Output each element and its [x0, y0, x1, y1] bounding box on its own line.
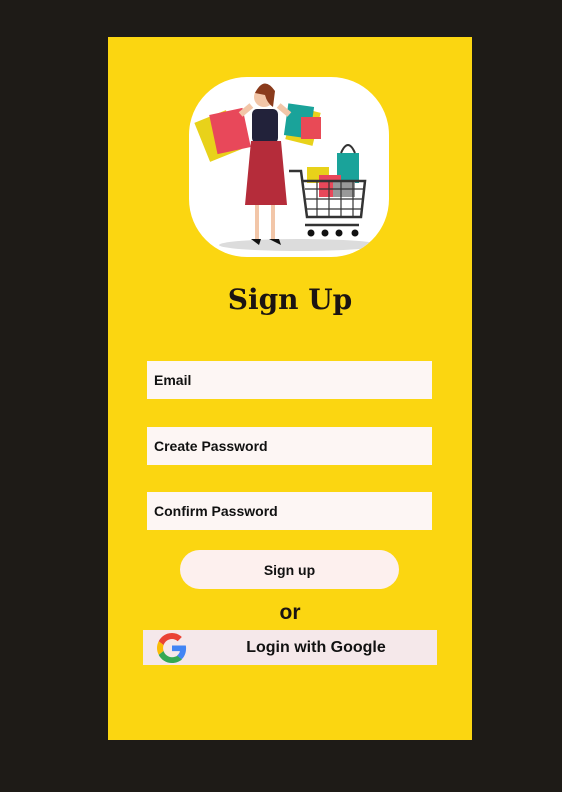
shopping-woman-illustration	[194, 83, 379, 251]
google-login-label: Login with Google	[246, 639, 386, 656]
hero-illustration	[189, 77, 389, 257]
or-divider: or	[279, 601, 301, 624]
signup-card: Sign Up Sign up or Login with Google	[108, 37, 472, 740]
email-field[interactable]	[147, 361, 432, 399]
page-title: Sign Up	[227, 283, 353, 316]
google-login-button[interactable]: Login with Google	[143, 630, 437, 665]
confirm-password-field[interactable]	[147, 492, 432, 530]
google-g-icon	[157, 633, 187, 663]
signup-button[interactable]: Sign up	[180, 550, 399, 589]
create-password-field[interactable]	[147, 427, 432, 465]
